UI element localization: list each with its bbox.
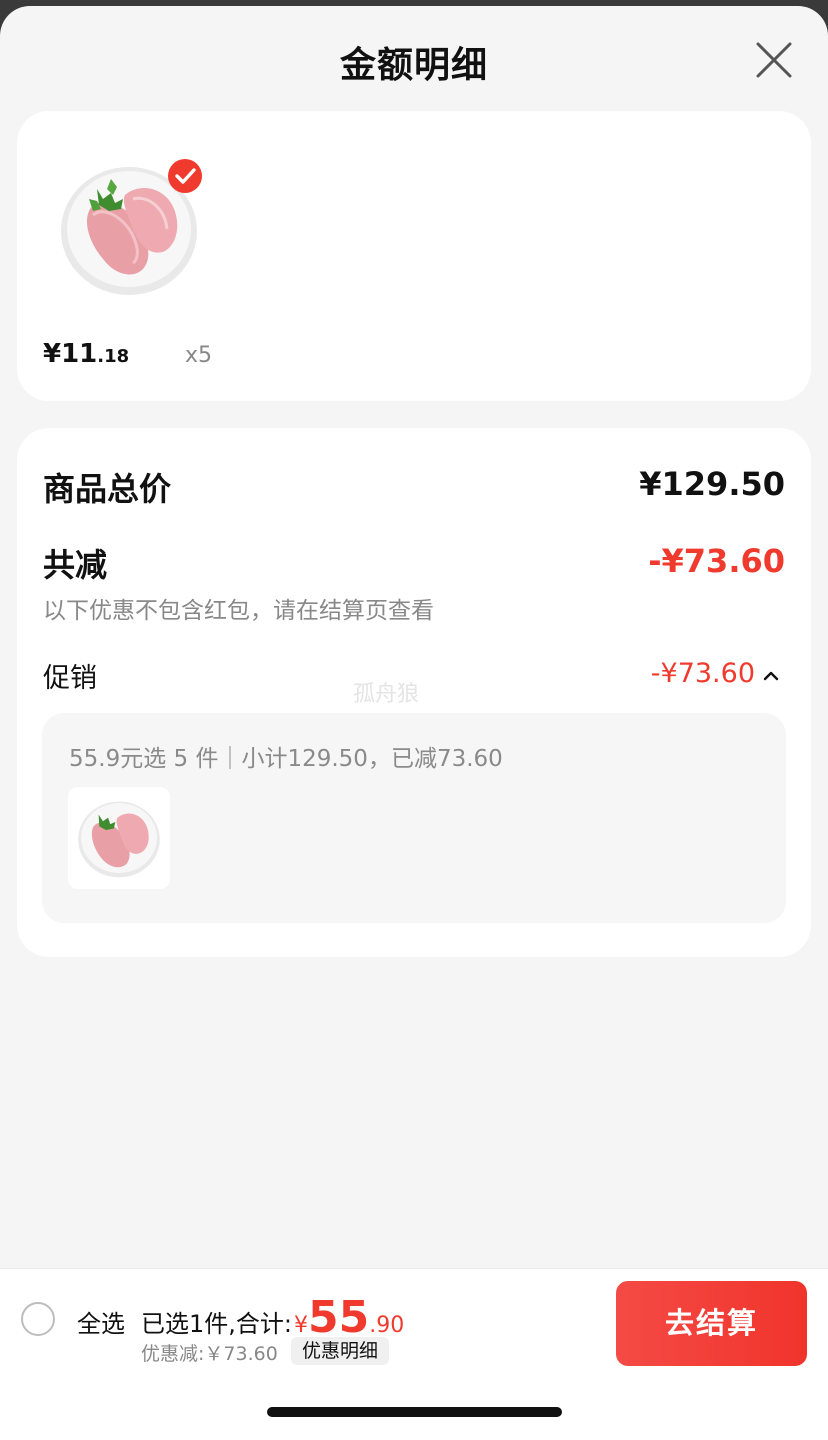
close-icon[interactable]: [752, 38, 798, 84]
chevron-up-icon: [763, 662, 779, 686]
checkout-bar: 全选 已选1件,合计: ¥ 55 .90 优惠减:￥73.60 优惠明细 去结算: [0, 1268, 828, 1368]
selected-text: 已选1件,合计:: [141, 1310, 292, 1338]
promotion-detail-box: 55.9元选 5 件｜小计129.50，已减73.60: [42, 713, 786, 923]
selected-summary: 已选1件,合计: ¥ 55 .90: [141, 1296, 404, 1340]
reduction-label: 共减: [43, 546, 108, 584]
reduction-value: -¥73.60: [648, 542, 785, 580]
promotion-label: 促销: [43, 663, 97, 694]
discount-note: 以下优惠不包含红包，请在结算页查看: [43, 598, 434, 624]
promotion-product-thumbnail[interactable]: [68, 787, 170, 889]
sheet-header: 金额明细: [0, 6, 828, 112]
home-indicator[interactable]: [267, 1407, 562, 1417]
total-integer: 55: [307, 1292, 370, 1343]
currency-symbol: ¥: [43, 339, 62, 369]
price-summary-card: 商品总价 ¥129.50 共减 -¥73.60 以下优惠不包含红包，请在结算页查…: [17, 428, 811, 957]
sheet-title: 金额明细: [339, 45, 488, 86]
check-circle-icon[interactable]: [167, 158, 203, 194]
promotion-description: 55.9元选 5 件｜小计129.50，已减73.60: [69, 746, 503, 772]
product-card: ¥11.18 x5: [17, 111, 811, 401]
amount-detail-sheet: 金额明细 ¥11.18 x5 商品总价 ¥129.50 共减 -¥73.60 以…: [0, 6, 828, 1440]
watermark-text: 孤舟狼: [353, 682, 420, 707]
total-price-value: ¥129.50: [639, 465, 785, 503]
promotion-value: -¥73.60: [650, 658, 755, 689]
select-all-label[interactable]: 全选: [77, 1304, 125, 1339]
total-decimal: .90: [369, 1313, 405, 1338]
promotion-toggle[interactable]: -¥73.60: [651, 658, 779, 689]
total-currency: ¥: [293, 1313, 308, 1338]
product-price: ¥11.18: [43, 339, 129, 369]
checkout-button[interactable]: 去结算: [616, 1281, 807, 1366]
price-integer: 11: [61, 339, 98, 369]
price-decimal: .18: [97, 346, 130, 367]
total-price-label: 商品总价: [43, 470, 172, 508]
select-all-radio[interactable]: [21, 1302, 55, 1336]
discount-detail-button[interactable]: 优惠明细: [291, 1337, 390, 1365]
discount-summary: 优惠减:￥73.60: [141, 1343, 278, 1365]
home-indicator-area: [0, 1368, 828, 1440]
product-quantity: x5: [185, 343, 213, 368]
